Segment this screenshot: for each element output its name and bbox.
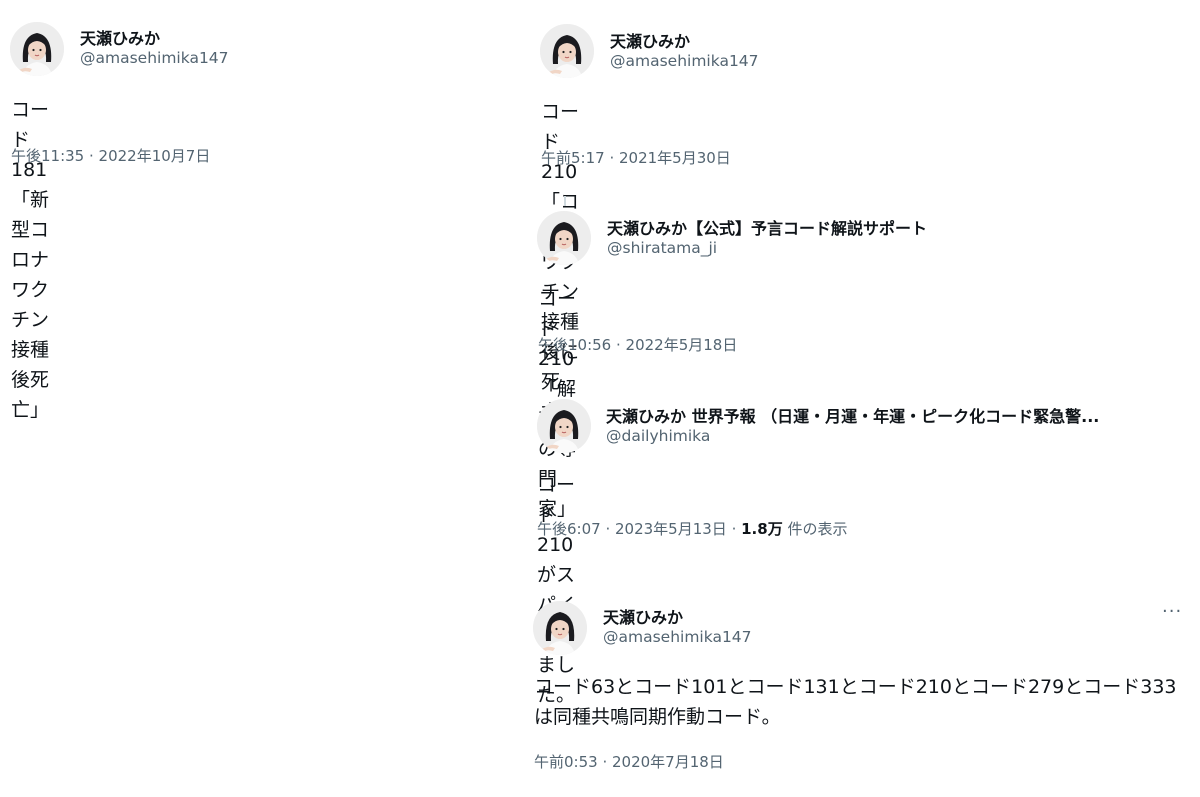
separator: · xyxy=(84,147,99,165)
tweet-date: 2022年5月18日 xyxy=(625,336,738,354)
tweet-date: 2021年5月30日 xyxy=(619,149,731,167)
timestamp[interactable]: 午前0:53 · 2020年7月18日 xyxy=(534,751,724,772)
tweet-time: 午後10:56 xyxy=(538,336,612,354)
separator: · xyxy=(597,753,612,771)
tweet-text: コード63とコード101とコード131とコード210とコード279とコード333… xyxy=(534,672,1184,732)
avatar-icon[interactable] xyxy=(537,211,591,265)
user-handle[interactable]: @amasehimika147 xyxy=(80,49,229,67)
thread-connector-line xyxy=(564,196,566,206)
separator: · xyxy=(604,149,619,167)
user-handle[interactable]: @amasehimika147 xyxy=(610,52,759,70)
tweet-date: 2022年10月7日 xyxy=(98,147,211,165)
more-options-icon[interactable]: ··· xyxy=(1162,601,1182,622)
avatar-icon[interactable] xyxy=(533,601,587,655)
view-count-label: 件の表示 xyxy=(787,520,848,538)
tweet-time: 午前5:17 xyxy=(541,149,605,167)
tweet-time: 午後11:35 xyxy=(11,147,85,165)
tweet-time: 午前0:53 xyxy=(534,753,598,771)
display-name[interactable]: 天瀬ひみか xyxy=(610,28,690,52)
separator: · xyxy=(726,520,742,538)
user-handle[interactable]: @amasehimika147 xyxy=(603,628,752,646)
timestamp[interactable]: 午後10:56 · 2022年5月18日 xyxy=(538,334,737,355)
separator: · xyxy=(600,520,615,538)
timestamp[interactable]: 午後11:35 · 2022年10月7日 xyxy=(11,145,210,166)
user-handle[interactable]: @shiratama_ji xyxy=(607,239,717,257)
avatar-icon[interactable] xyxy=(10,22,64,76)
view-count[interactable]: 1.8万 xyxy=(741,520,783,538)
tweet-time: 午後6:07 xyxy=(537,520,601,538)
tweet-text-line-2: は同種共鳴同期作動コード。 xyxy=(534,706,781,728)
separator: · xyxy=(611,336,626,354)
avatar-icon[interactable] xyxy=(540,24,594,78)
user-handle[interactable]: @dailyhimika xyxy=(606,427,710,445)
display-name[interactable]: 天瀬ひみか xyxy=(80,25,160,49)
tweet-date: 2020年7月18日 xyxy=(612,753,724,771)
timestamp[interactable]: 午後6:07 · 2023年5月13日 · 1.8万 件の表示 xyxy=(537,518,848,539)
timestamp[interactable]: 午前5:17 · 2021年5月30日 xyxy=(541,147,731,168)
tweet-text-line-1: コード63とコード101とコード131とコード210とコード279とコード333 xyxy=(534,676,1177,698)
display-name[interactable]: 天瀬ひみか【公式】予言コード解説サポート xyxy=(607,215,927,239)
tweet-date: 2023年5月13日 xyxy=(615,520,727,538)
display-name[interactable]: 天瀬ひみか 世界予報 （日運・月運・年運・ピーク化コード緊急警... xyxy=(606,403,1146,427)
avatar-icon[interactable] xyxy=(537,399,591,453)
display-name[interactable]: 天瀬ひみか xyxy=(603,604,683,628)
